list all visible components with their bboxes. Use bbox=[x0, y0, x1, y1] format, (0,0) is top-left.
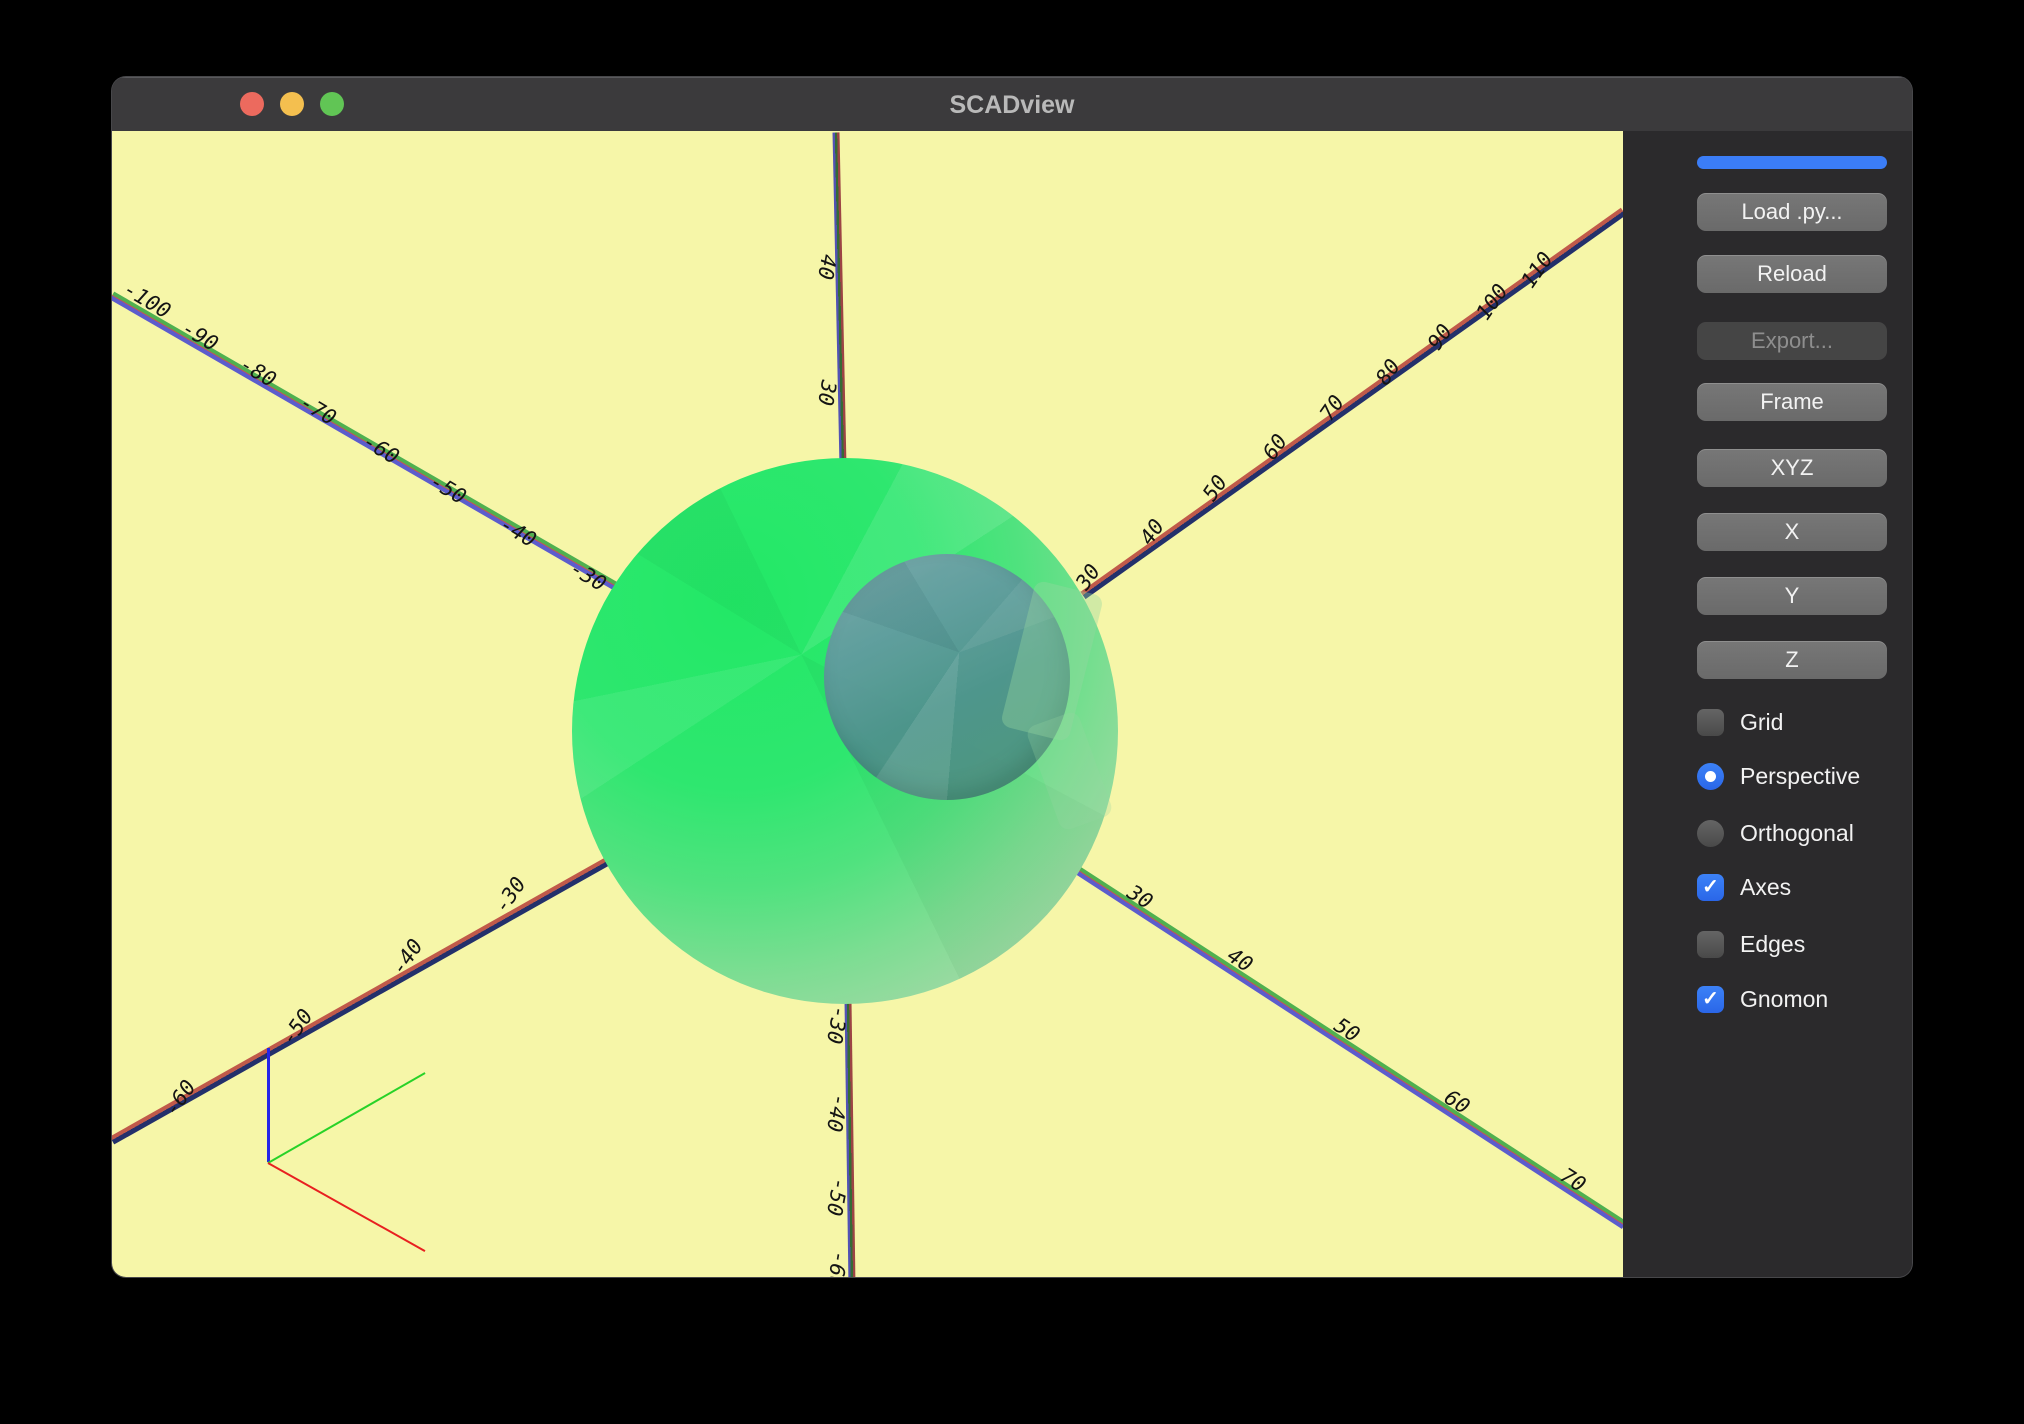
radio-selected-icon bbox=[1697, 763, 1724, 790]
axes-toggle-row[interactable]: ✓ Axes bbox=[1697, 872, 1791, 902]
title-bar[interactable]: SCADview bbox=[112, 77, 1912, 131]
x-positive-tick-label: 50 bbox=[1198, 471, 1232, 505]
gnomon-z-axis bbox=[267, 1048, 270, 1162]
perspective-radio[interactable] bbox=[1697, 763, 1724, 790]
z-upper-tick-label: 40 bbox=[813, 252, 841, 281]
grid-toggle-row[interactable]: Grid bbox=[1697, 707, 1783, 737]
grid-checkbox[interactable] bbox=[1697, 709, 1724, 736]
checkbox-unchecked-icon bbox=[1697, 931, 1724, 958]
checkbox-checked-icon: ✓ bbox=[1697, 986, 1724, 1013]
grid-toggle-label: Grid bbox=[1740, 709, 1783, 736]
y-axis-positive-line bbox=[1073, 865, 1623, 1229]
window-title: SCADview bbox=[112, 78, 1912, 132]
y-button[interactable]: Y bbox=[1697, 577, 1887, 615]
perspective-toggle-row[interactable]: Perspective bbox=[1697, 761, 1860, 791]
x-positive-tick-label: 40 bbox=[1135, 515, 1169, 549]
z-upper-tick-label: 30 bbox=[813, 378, 841, 407]
gnomon-toggle-label: Gnomon bbox=[1740, 986, 1828, 1013]
gnomon-checkbox[interactable]: ✓ bbox=[1697, 986, 1724, 1013]
y-positive-tick-label: 70 bbox=[1556, 1163, 1590, 1197]
orthogonal-toggle-label: Orthogonal bbox=[1740, 820, 1854, 847]
orthogonal-toggle-row[interactable]: Orthogonal bbox=[1697, 818, 1854, 848]
checkmark-icon: ✓ bbox=[1702, 877, 1719, 897]
frame-button[interactable]: Frame bbox=[1697, 383, 1887, 421]
gnomon-toggle-row[interactable]: ✓ Gnomon bbox=[1697, 984, 1828, 1014]
export-button: Export... bbox=[1697, 322, 1887, 360]
sidebar-panel: Load .py... Reload Export... Frame XYZ XYZ Gr… bbox=[1623, 131, 1912, 1277]
progress-bar bbox=[1697, 156, 1887, 169]
desktop-background: SCADview -100-90-80-70-60-50-40-30304050… bbox=[0, 0, 2024, 1424]
x-positive-tick-label: 60 bbox=[1258, 430, 1292, 464]
checkbox-checked-icon: ✓ bbox=[1697, 874, 1724, 901]
viewport-3d[interactable]: -100-90-80-70-60-50-40-30304050607030405… bbox=[112, 131, 1623, 1277]
edges-toggle-row[interactable]: Edges bbox=[1697, 929, 1805, 959]
xyz-button[interactable]: XYZ bbox=[1697, 449, 1887, 487]
reload-button[interactable]: Reload bbox=[1697, 255, 1887, 293]
radio-dot-icon bbox=[1705, 771, 1716, 782]
orthogonal-radio[interactable] bbox=[1697, 820, 1724, 847]
edges-checkbox[interactable] bbox=[1697, 931, 1724, 958]
axes-checkbox[interactable]: ✓ bbox=[1697, 874, 1724, 901]
axes-toggle-label: Axes bbox=[1740, 874, 1791, 901]
app-window: SCADview -100-90-80-70-60-50-40-30304050… bbox=[112, 77, 1912, 1277]
gnomon-x-axis bbox=[268, 1162, 426, 1252]
z-lower-tick-label: -60 bbox=[822, 1249, 852, 1277]
radio-unselected-icon bbox=[1697, 820, 1724, 847]
gnomon-y-axis bbox=[268, 1072, 426, 1164]
edges-toggle-label: Edges bbox=[1740, 931, 1805, 958]
load-py-button[interactable]: Load .py... bbox=[1697, 193, 1887, 231]
x-negative-tick-label: -40 bbox=[386, 935, 427, 980]
z-axis-upper-line bbox=[833, 132, 847, 464]
checkmark-icon: ✓ bbox=[1702, 989, 1719, 1009]
x-button[interactable]: X bbox=[1697, 513, 1887, 551]
perspective-toggle-label: Perspective bbox=[1740, 763, 1860, 790]
checkbox-unchecked-icon bbox=[1697, 709, 1724, 736]
z-button[interactable]: Z bbox=[1697, 641, 1887, 679]
